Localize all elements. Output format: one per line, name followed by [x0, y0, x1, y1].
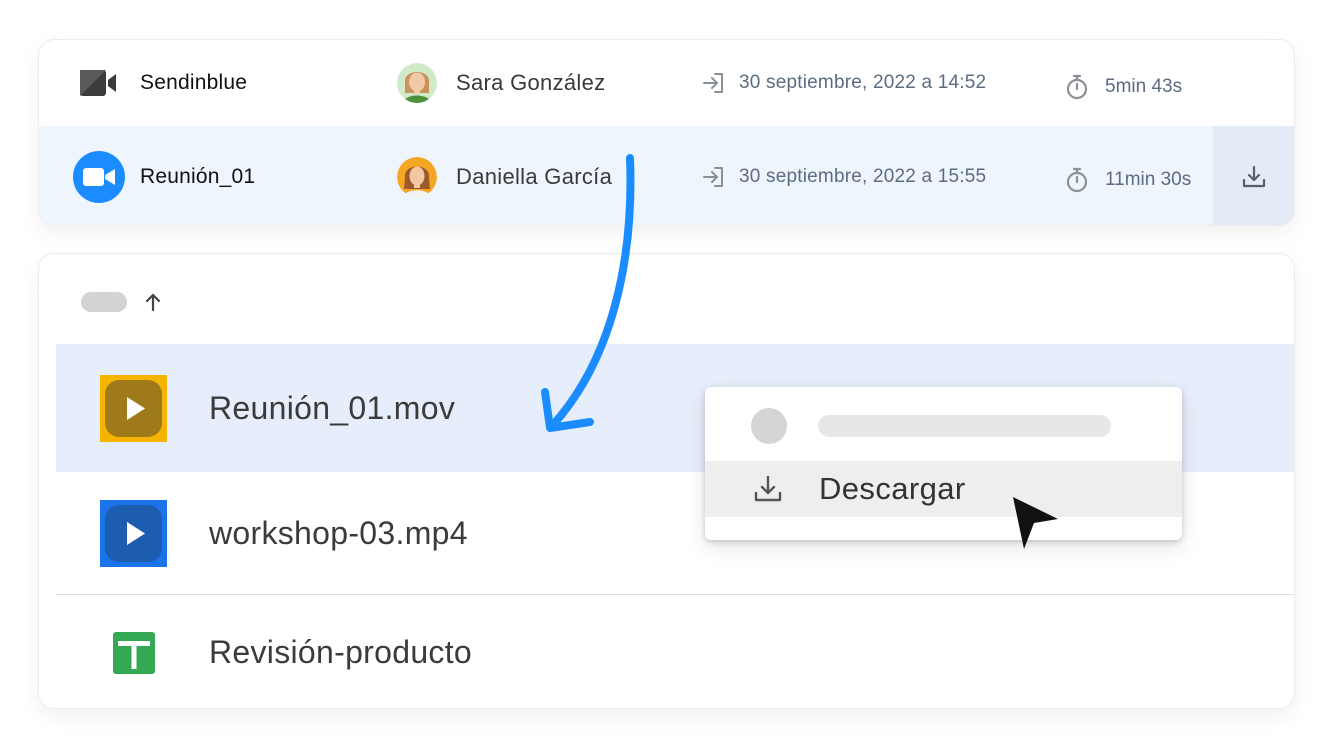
meeting-user-name: Daniella García [456, 163, 613, 189]
download-icon [751, 472, 785, 506]
meeting-user-name: Sara González [456, 70, 606, 95]
video-play-icon [100, 374, 167, 442]
file-row[interactable]: Revisión-producto [56, 594, 1294, 708]
meeting-app-name: Sendinblue [140, 71, 248, 94]
meeting-date: 30 septiembre, 2022 a 15:55 [739, 165, 987, 187]
skeleton-placeholder [751, 408, 787, 444]
arrow-up-icon[interactable] [139, 289, 167, 315]
avatar [397, 40, 437, 126]
download-icon [1242, 165, 1265, 187]
login-icon [699, 126, 729, 225]
download-menu-item[interactable]: Descargar [705, 461, 1182, 517]
file-name: Reunión_01.mov [209, 389, 456, 426]
login-icon [699, 40, 729, 126]
avatar [397, 126, 437, 225]
meeting-duration: 11min 30s [1105, 168, 1192, 190]
skeleton-placeholder [818, 415, 1111, 437]
sort-column-placeholder[interactable] [81, 292, 127, 312]
meetings-table: Sendinblue Sara González 30 septiembre, … [38, 39, 1295, 226]
meeting-date: 30 septiembre, 2022 a 14:52 [739, 72, 987, 93]
meeting-app-name: Reunión_01 [140, 164, 256, 188]
download-label: Descargar [819, 471, 966, 506]
file-name: Revisión-producto [209, 634, 473, 670]
sheets-icon [100, 619, 167, 686]
download-button[interactable] [1213, 126, 1294, 225]
meeting-row[interactable]: Reunión_01 Daniella García 30 septiembre… [39, 126, 1294, 225]
meeting-duration: 5min 43s [1105, 76, 1183, 97]
context-menu: Descargar [705, 387, 1182, 540]
file-name: workshop-03.mp4 [209, 514, 468, 551]
video-play-icon [100, 499, 167, 567]
stopwatch-icon [1062, 129, 1092, 225]
zoom-video-icon [69, 126, 129, 225]
sendinblue-camera-icon [69, 40, 129, 126]
meeting-row[interactable]: Sendinblue Sara González 30 septiembre, … [39, 40, 1294, 126]
stopwatch-icon [1062, 44, 1092, 130]
